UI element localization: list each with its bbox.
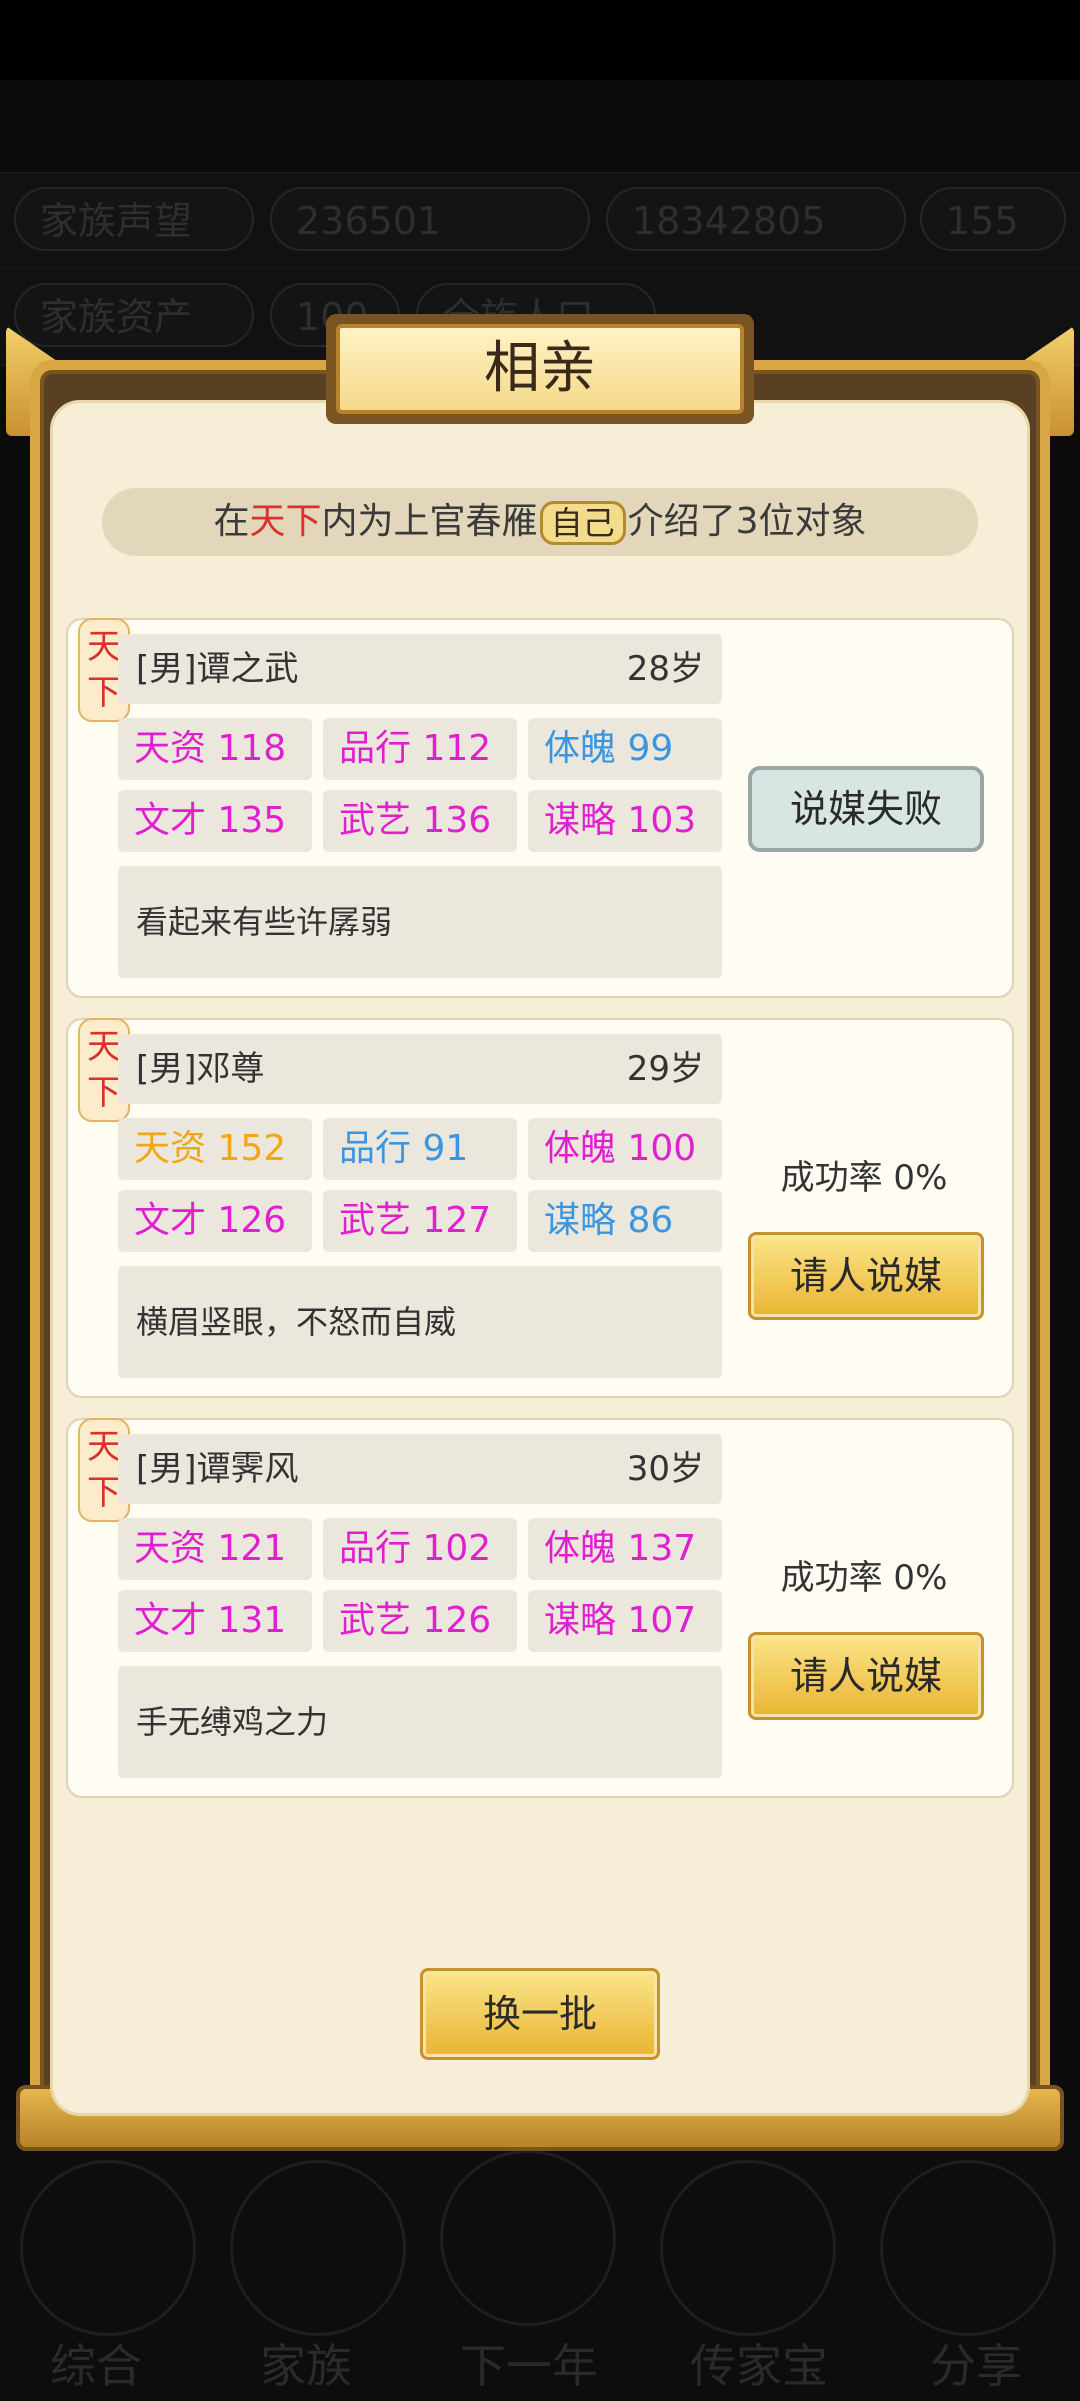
candidate-description: 手无缚鸡之力 [118, 1666, 722, 1778]
intro-region: 天下 [249, 501, 322, 542]
stat-literary: 文才 131 [118, 1590, 312, 1652]
intro-banner: 在天下内为上官春雁 自己 介绍了3位对象 [102, 488, 978, 556]
bg-resource-row-1: 家族声望 236501 18342805 155 [0, 172, 1080, 270]
dialog-title: 相亲 [336, 324, 744, 414]
bg-nav-icon [440, 2150, 616, 2326]
bg-nav-icon [660, 2160, 836, 2336]
stat-strategy: 谋略 107 [528, 1590, 722, 1652]
bg-resource-value: 18342805 [606, 187, 906, 251]
bg-resource-small: 155 [920, 187, 1066, 251]
candidate-description: 看起来有些许孱弱 [118, 866, 722, 978]
stat-talent: 天资 121 [118, 1518, 312, 1580]
stat-conduct: 品行 91 [323, 1118, 517, 1180]
candidate-name: [男]谭霁风 [136, 1449, 299, 1489]
candidate-name-bar: [男]谭之武 28岁 [118, 634, 722, 704]
candidate-age: 28岁 [626, 649, 704, 689]
bg-prestige-label: 家族声望 [14, 187, 254, 251]
stat-literary: 文才 126 [118, 1190, 312, 1252]
bg-nav-family: 家族 [260, 2339, 352, 2393]
stat-martial: 武艺 126 [323, 1590, 517, 1652]
candidate-name: [男]邓尊 [136, 1049, 265, 1089]
bg-nav-icon [230, 2160, 406, 2336]
candidate-name-bar: [男]邓尊 29岁 [118, 1034, 722, 1104]
candidate-description: 横眉竖眼，不怒而自威 [118, 1266, 722, 1378]
intro-suffix: 介绍了3位对象 [627, 501, 867, 542]
bg-nav-icon [20, 2160, 196, 2336]
stat-conduct: 品行 112 [323, 718, 517, 780]
self-badge: 自己 [539, 501, 626, 545]
bg-nav-next-year: 下一年 [460, 2339, 598, 2393]
bg-nav-icon [880, 2160, 1056, 2336]
stat-physique: 体魄 137 [528, 1518, 722, 1580]
candidate-age: 29岁 [626, 1049, 704, 1089]
bg-prestige-value: 236501 [270, 187, 590, 251]
matchmaking-failed-button: 说媒失败 [748, 766, 984, 852]
stat-strategy: 谋略 103 [528, 790, 722, 852]
stat-literary: 文才 135 [118, 790, 312, 852]
title-plaque: 相亲 [326, 314, 754, 424]
candidate-card: 天 下 [男]邓尊 29岁 天资 152 品行 91 体魄 100 文才 126… [66, 1018, 1014, 1398]
stat-martial: 武艺 127 [323, 1190, 517, 1252]
candidate-card: 天 下 [男]谭霁风 30岁 天资 121 品行 102 体魄 137 文才 1… [66, 1418, 1014, 1798]
candidate-name: [男]谭之武 [136, 649, 299, 689]
stat-talent: 天资 152 [118, 1118, 312, 1180]
stat-physique: 体魄 100 [528, 1118, 722, 1180]
intro-middle: 内为上官春雁 [321, 501, 538, 542]
bg-assets-label: 家族资产 [14, 283, 254, 347]
candidate-name-bar: [男]谭霁风 30岁 [118, 1434, 722, 1504]
status-bar-area [0, 0, 1080, 80]
candidate-card: 天 下 [男]谭之武 28岁 天资 118 品行 112 体魄 99 文才 13… [66, 618, 1014, 998]
bg-nav-share: 分享 [930, 2339, 1022, 2393]
stat-martial: 武艺 136 [323, 790, 517, 852]
request-matchmaker-button[interactable]: 请人说媒 [748, 1232, 984, 1320]
bg-nav-heirloom: 传家宝 [690, 2339, 828, 2393]
stat-talent: 天资 118 [118, 718, 312, 780]
bg-nav-comprehensive: 综合 [50, 2339, 142, 2393]
request-matchmaker-button[interactable]: 请人说媒 [748, 1632, 984, 1720]
bg-bottom-nav: 综合 家族 下一年 传家宝 分享 [0, 2120, 1080, 2401]
stat-conduct: 品行 102 [323, 1518, 517, 1580]
stat-strategy: 谋略 86 [528, 1190, 722, 1252]
candidate-age: 30岁 [626, 1449, 704, 1489]
success-rate: 成功率 0% [780, 1158, 948, 1198]
stat-physique: 体魄 99 [528, 718, 722, 780]
refresh-batch-button[interactable]: 换一批 [420, 1968, 660, 2060]
intro-prefix: 在 [213, 501, 250, 542]
success-rate: 成功率 0% [780, 1558, 948, 1598]
